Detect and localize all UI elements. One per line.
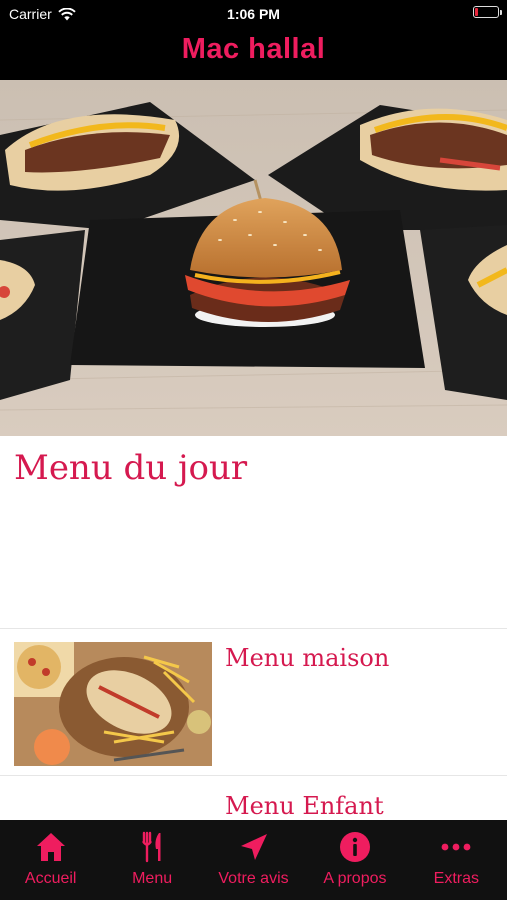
tab-label: Votre avis xyxy=(218,870,289,887)
tab-label: Menu xyxy=(132,870,173,887)
tab-bar: Accueil Menu Votre avis A propos Extras xyxy=(0,820,507,900)
menu-item-label: Menu maison xyxy=(225,644,390,672)
more-icon xyxy=(441,843,471,851)
tab-label: Extras xyxy=(433,870,479,887)
paper-plane-icon xyxy=(240,834,267,860)
app-title: Mac hallal xyxy=(181,33,326,65)
info-icon xyxy=(339,832,370,862)
tab-label: A propos xyxy=(323,870,387,887)
fork-knife-icon xyxy=(142,831,161,863)
menu-item-image xyxy=(14,642,212,766)
battery-icon xyxy=(473,6,502,18)
tab-a-propos[interactable]: A propos xyxy=(304,820,405,900)
tab-extras[interactable]: Extras xyxy=(406,820,507,900)
hero-image xyxy=(0,80,507,436)
menu-item-label: Menu Enfant xyxy=(225,792,384,820)
home-icon xyxy=(36,833,65,861)
section-title: Menu du jour xyxy=(14,448,248,488)
tab-menu[interactable]: Menu xyxy=(101,820,202,900)
clock: 1:06 PM xyxy=(227,6,280,22)
tab-label: Accueil xyxy=(24,870,77,887)
tab-accueil[interactable]: Accueil xyxy=(0,820,101,900)
tab-votre-avis[interactable]: Votre avis xyxy=(203,820,304,900)
menu-item-maison[interactable]: Menu maison xyxy=(0,628,507,774)
status-bar: Carrier 1:06 PM xyxy=(0,0,507,28)
nav-bar: Mac hallal xyxy=(0,28,507,80)
